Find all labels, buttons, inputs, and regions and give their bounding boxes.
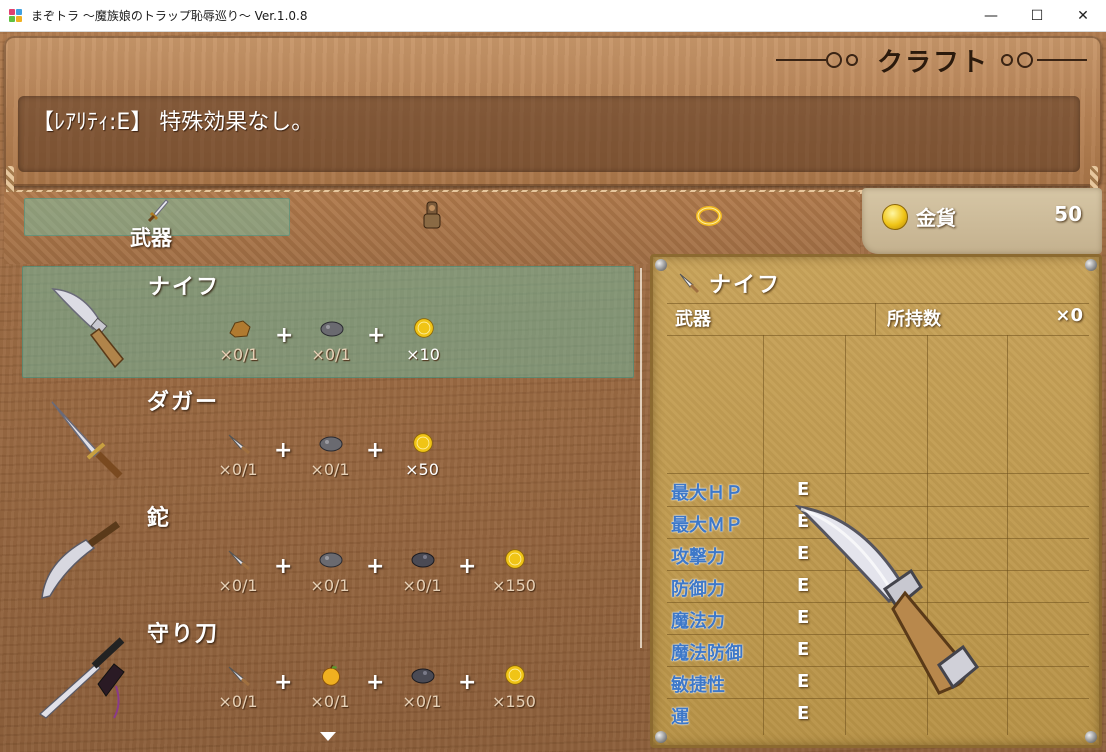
plus-sign: +	[274, 438, 293, 463]
knife-icon	[228, 434, 250, 454]
help-text: 【ﾚｱﾘﾃｨ:E】 特殊効果なし。	[32, 110, 314, 135]
stat-label: 敏捷性	[671, 675, 725, 696]
material-qty: ×0/1	[310, 460, 350, 479]
stat-label: 防御力	[671, 579, 725, 600]
window-title: まぞトラ ～魔族娘のトラップ恥辱巡り～ Ver.1.0.8	[31, 9, 308, 23]
stat-label: 最大ＨＰ	[671, 483, 743, 504]
recipe-item-guard-blade[interactable]: 守り刀 ×0/1 + ×0/1 + ×0/1 + ×150	[22, 614, 634, 726]
gold-coin-icon	[505, 549, 525, 569]
ring-icon[interactable]	[694, 202, 724, 228]
plus-sign: +	[274, 554, 293, 579]
gold-panel: 金貨 50	[862, 188, 1102, 254]
gold-coin-icon	[414, 318, 434, 338]
machete-icon	[41, 521, 121, 599]
ore-icon	[229, 320, 251, 338]
material-qty: ×10	[406, 345, 440, 364]
top-board: クラフト 【ﾚｱﾘﾃｨ:E】 特殊効果なし。	[4, 36, 1102, 186]
material-qty: ×0/1	[402, 576, 442, 595]
maximize-button[interactable]: ☐	[1014, 0, 1060, 32]
detail-owned-label: 所持数	[887, 309, 941, 330]
rivet-icon	[655, 731, 667, 743]
stone-icon	[319, 436, 343, 452]
rivet-icon	[655, 259, 667, 271]
knife-icon	[228, 550, 250, 570]
gold-value: 50	[1054, 202, 1082, 226]
detail-owned-value: ×0	[1055, 305, 1083, 326]
material-qty: ×0/1	[218, 460, 258, 479]
ornament-left-icon	[775, 50, 871, 70]
knife-icon	[679, 273, 700, 294]
stone-icon	[319, 552, 343, 568]
dark-stone-icon	[411, 668, 435, 684]
material-qty: ×150	[492, 576, 536, 595]
material-qty: ×0/1	[311, 345, 351, 364]
scroll-down-arrow-icon[interactable]	[320, 732, 336, 741]
plus-sign: +	[366, 554, 385, 579]
guard-blade-icon	[39, 637, 125, 719]
gold-coin-icon	[882, 204, 908, 230]
scene-title: クラフト	[876, 47, 989, 78]
list-scroll-divider	[640, 268, 642, 648]
material-qty: ×0/1	[219, 345, 259, 364]
recipe-item-knife[interactable]: ナイフ ×0/1 + ×0/1 + ×10	[22, 266, 634, 378]
material-qty: ×0/1	[218, 692, 258, 711]
plus-sign: +	[366, 438, 385, 463]
detail-item-name: ナイフ	[709, 273, 782, 298]
material-qty: ×150	[492, 692, 536, 711]
sword-icon	[147, 199, 169, 223]
item-detail-panel: ナイフ 武器 所持数 ×0 最大ＨＰ E 最大ＭＰ E 攻撃力 E 防御力 E 魔法力 E…	[650, 254, 1102, 748]
material-qty: ×0/1	[310, 576, 350, 595]
plus-sign: +	[458, 670, 477, 695]
plus-sign: +	[458, 554, 477, 579]
recipe-name: ナイフ	[148, 275, 221, 300]
plus-sign: +	[366, 670, 385, 695]
knife-icon	[228, 666, 250, 686]
stat-label: 最大ＭＰ	[671, 515, 743, 536]
stat-row-luck: 運E	[667, 699, 1089, 731]
game-screen: クラフト 【ﾚｱﾘﾃｨ:E】 特殊効果なし。 武器 金貨 50 ナイフ ×0/1…	[0, 32, 1106, 752]
recipe-item-dagger[interactable]: ダガー ×0/1 + ×0/1 + ×50	[22, 382, 634, 494]
material-qty: ×50	[405, 460, 439, 479]
rivet-icon	[1085, 259, 1097, 271]
minimize-button[interactable]: —	[968, 0, 1014, 32]
dark-stone-icon	[411, 552, 435, 568]
window-titlebar: まぞトラ ～魔族娘のトラップ恥辱巡り～ Ver.1.0.8 — ☐ ✕	[0, 0, 1106, 32]
stat-label: 運	[671, 707, 689, 728]
stat-label: 魔法力	[671, 611, 725, 632]
ornament-right-icon	[995, 50, 1090, 70]
plus-sign: +	[275, 323, 294, 348]
category-label: 武器	[130, 226, 172, 250]
gold-coin-icon	[413, 433, 433, 453]
dagger-icon	[51, 401, 123, 479]
material-qty: ×0/1	[310, 692, 350, 711]
recipe-item-machete[interactable]: 鉈 ×0/1 + ×0/1 + ×0/1 + ×150	[22, 498, 634, 610]
stat-label: 魔法防御	[671, 643, 743, 664]
gold-label: 金貨	[916, 206, 956, 230]
apple-icon	[322, 664, 340, 686]
stone-icon	[320, 321, 344, 337]
help-window: 【ﾚｱﾘﾃｨ:E】 特殊効果なし。	[18, 96, 1080, 172]
material-qty: ×0/1	[218, 576, 258, 595]
plus-sign: +	[367, 323, 386, 348]
recipe-list: ナイフ ×0/1 + ×0/1 + ×10 ダガー ×0/1 + ×0/1 +	[0, 264, 640, 752]
recipe-name: ダガー	[147, 390, 220, 415]
recipe-name: 守り刀	[147, 622, 220, 647]
plus-sign: +	[274, 670, 293, 695]
detail-category: 武器	[675, 309, 711, 330]
gold-coin-icon	[505, 665, 525, 685]
material-qty: ×0/1	[402, 692, 442, 711]
close-button[interactable]: ✕	[1060, 0, 1106, 32]
app-icon	[9, 8, 23, 23]
stat-label: 攻撃力	[671, 547, 725, 568]
armor-icon[interactable]	[420, 198, 444, 232]
recipe-name: 鉈	[147, 506, 172, 531]
stat-value: E	[797, 703, 810, 724]
knife-preview-icon	[794, 504, 980, 695]
knife-icon	[51, 288, 125, 369]
